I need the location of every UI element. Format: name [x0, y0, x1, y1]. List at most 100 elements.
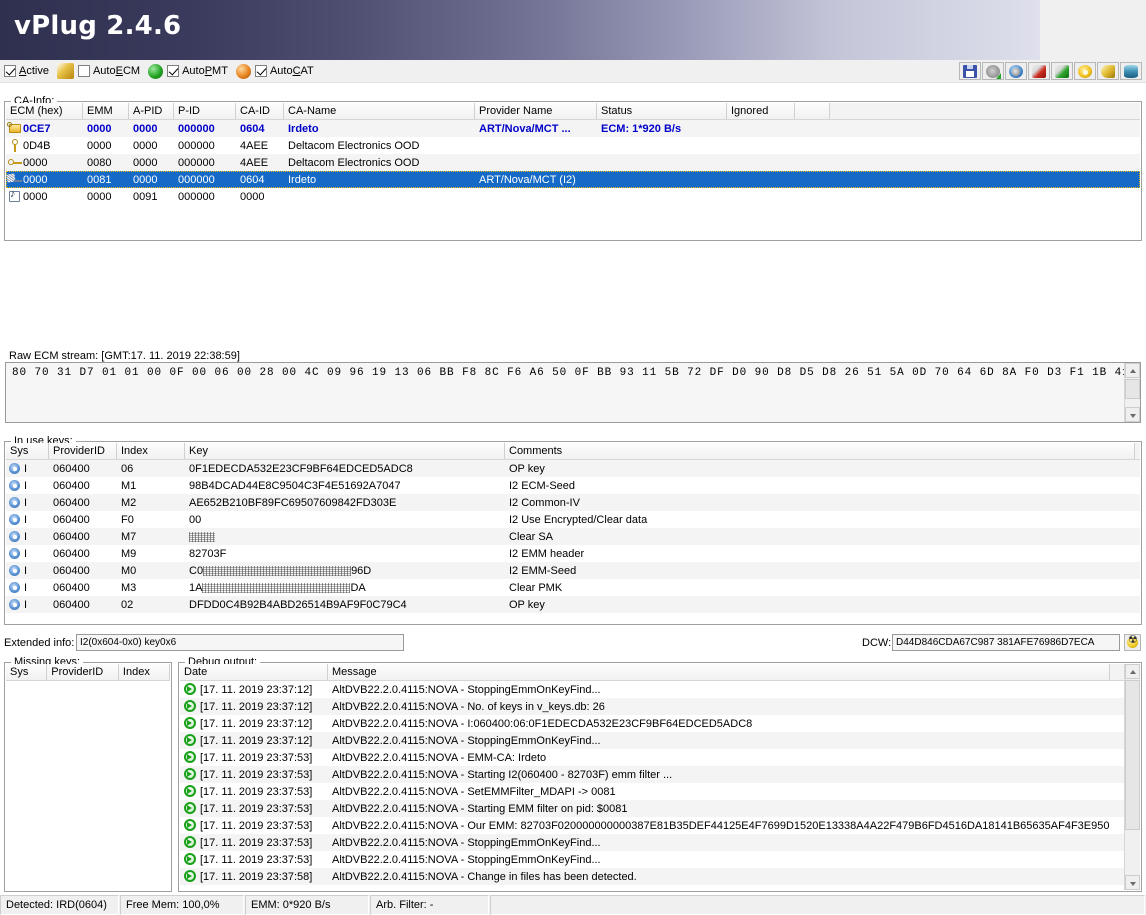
- key-value-redacted: [189, 531, 215, 542]
- debug-output-list[interactable]: Date Message [17. 11. 2019 23:37:12] AltDV…: [180, 664, 1140, 890]
- missing-keys-group: Missing keys: Sys ProviderID Index: [4, 656, 172, 892]
- table-row[interactable]: I 060400 F0 00 I2 Use Encrypted/Clear data: [6, 511, 1140, 528]
- red-screwdriver-button[interactable]: [1028, 62, 1050, 80]
- table-row[interactable]: 0000 0081 0000 000000 0604 Irdeto ART/Nova/MCT…: [6, 171, 1140, 188]
- ca-info-column-header[interactable]: ECM (hex): [6, 103, 83, 119]
- list-item[interactable]: [17. 11. 2019 23:37:53] AltDVB22.2.0.4115…: [180, 800, 1140, 817]
- key-provider-cell: 060400: [53, 462, 90, 475]
- list-item[interactable]: [17. 11. 2019 23:37:53] AltDVB22.2.0.4115…: [180, 834, 1140, 851]
- table-row[interactable]: 0D4B 0000 0000 000000 4AEE Deltacom Electroni…: [6, 137, 1140, 154]
- in-use-keys-header-row: Sys ProviderID Index Key Comments: [6, 443, 1140, 460]
- debug-date-text: [17. 11. 2019 23:37:12]: [200, 734, 313, 747]
- table-row[interactable]: I 060400 02 DFDD0C4B92B4ABD26514B9AF9F0C79C…: [6, 596, 1140, 613]
- table-row[interactable]: I 060400 M3 1A DA Clear PMK: [6, 579, 1140, 596]
- list-item[interactable]: [17. 11. 2019 23:37:53] AltDVB22.2.0.4115…: [180, 749, 1140, 766]
- ca-info-list[interactable]: ECM (hex) EMM A-PID P-ID CA-ID CA-Name Provide…: [6, 103, 1140, 239]
- key-value-redacted: [203, 565, 352, 576]
- table-row[interactable]: I 060400 06 0F1EDECDA532E23CF9BF64EDCED5ADC…: [6, 460, 1140, 477]
- green-screwdriver-button[interactable]: [1051, 62, 1073, 80]
- debug-output-column-header[interactable]: Date: [180, 664, 328, 680]
- green-smiley-icon[interactable]: [148, 63, 164, 79]
- table-row[interactable]: 0CE7 0000 0000 000000 0604 Irdeto ART/Nova/MCT…: [6, 120, 1140, 137]
- export-gear-button[interactable]: [982, 62, 1004, 80]
- yellow-gear-icon: [1078, 65, 1092, 78]
- debug-message-cell: AltDVB22.2.0.4115:NOVA - Starting EMM fi…: [332, 802, 628, 815]
- debug-scroll-up-arrow-icon[interactable]: [1125, 664, 1140, 679]
- debug-message-cell: AltDVB22.2.0.4115:NOVA - StoppingEmmOnKe…: [332, 734, 601, 747]
- list-item[interactable]: [17. 11. 2019 23:37:12] AltDVB22.2.0.4115…: [180, 715, 1140, 732]
- ca-info-cell: 0000: [87, 139, 112, 152]
- autoecm-checkbox[interactable]: [77, 65, 90, 77]
- debug-scroll-thumb[interactable]: [1125, 680, 1140, 830]
- ca-info-column-header[interactable]: A-PID: [129, 103, 174, 119]
- raw-ecm-scrollbar[interactable]: [1124, 363, 1140, 422]
- ca-info-cell: 0000: [240, 190, 265, 203]
- list-item[interactable]: [17. 11. 2019 23:37:53] AltDVB22.2.0.4115…: [180, 783, 1140, 800]
- missing-keys-column-header[interactable]: Sys: [6, 664, 48, 680]
- key-value-cell: 00: [189, 513, 202, 526]
- key-button[interactable]: [1097, 62, 1119, 80]
- ca-info-column-header[interactable]: EMM: [83, 103, 129, 119]
- green-arrow-icon: [184, 717, 197, 730]
- debug-scrollbar[interactable]: [1124, 664, 1140, 890]
- in-use-keys-list[interactable]: Sys ProviderID Index Key Comments I 060400 06 0…: [6, 443, 1140, 623]
- database-button[interactable]: [1120, 62, 1142, 80]
- globe-settings-button[interactable]: [1005, 62, 1027, 80]
- extended-info-label: Extended info:: [4, 637, 75, 649]
- table-row[interactable]: I 060400 M1 98B4DCAD44E8C9504C3F4E51692A704…: [6, 477, 1140, 494]
- autocat-checkbox[interactable]: [254, 65, 267, 77]
- in-use-keys-column-header[interactable]: Sys: [6, 443, 49, 459]
- ca-info-column-header[interactable]: Provider Name: [475, 103, 597, 119]
- ca-info-cell: 0604: [240, 122, 265, 135]
- list-item[interactable]: [17. 11. 2019 23:37:53] AltDVB22.2.0.4115…: [180, 766, 1140, 783]
- list-item[interactable]: [17. 11. 2019 23:37:12] AltDVB22.2.0.4115…: [180, 681, 1140, 698]
- orange-smiley-icon[interactable]: [235, 63, 251, 79]
- debug-scroll-down-arrow-icon[interactable]: [1125, 875, 1140, 890]
- in-use-keys-column-header[interactable]: Comments: [505, 443, 1135, 459]
- key-sys-letter: I: [24, 513, 28, 526]
- ca-info-cell: 0000: [87, 190, 112, 203]
- ca-info-column-header[interactable]: Ignored: [727, 103, 795, 119]
- scroll-down-arrow-icon[interactable]: [1125, 407, 1140, 422]
- ca-info-cell: 4AEE: [240, 139, 269, 152]
- debug-output-column-header[interactable]: Message: [328, 664, 1110, 680]
- list-item[interactable]: [17. 11. 2019 23:37:12] AltDVB22.2.0.4115…: [180, 698, 1140, 715]
- ca-info-column-header[interactable]: CA-Name: [284, 103, 475, 119]
- raw-ecm-box: 80 70 31 D7 01 01 00 0F 00 06 00 28 00 4…: [5, 362, 1141, 423]
- scroll-up-arrow-icon[interactable]: [1125, 363, 1140, 378]
- autopmt-checkbox[interactable]: [167, 65, 180, 77]
- ca-info-cell: 4AEE: [240, 156, 269, 169]
- in-use-keys-column-header[interactable]: ProviderID: [49, 443, 117, 459]
- table-row[interactable]: 0000000000910000000000: [6, 188, 1140, 205]
- missing-keys-column-header[interactable]: Index: [118, 664, 170, 680]
- list-item[interactable]: [17. 11. 2019 23:37:12] AltDVB22.2.0.4115…: [180, 732, 1140, 749]
- status-bar: Detected: IRD(0604) Free Mem: 100,0% EMM: …: [0, 895, 1146, 915]
- missing-keys-list[interactable]: Sys ProviderID Index: [6, 664, 170, 890]
- in-use-keys-column-header[interactable]: Key: [185, 443, 505, 459]
- table-row[interactable]: 0000 0080 0000 000000 4AEE Deltacom Electroni…: [6, 154, 1140, 171]
- scroll-thumb[interactable]: [1125, 379, 1140, 399]
- yellow-gear-button[interactable]: [1074, 62, 1096, 80]
- in-use-keys-column-header[interactable]: Index: [117, 443, 185, 459]
- gold-screwdriver-icon[interactable]: [56, 63, 74, 79]
- table-row[interactable]: I 060400 M7 Clear SA: [6, 528, 1140, 545]
- save-button[interactable]: [959, 62, 981, 80]
- table-row[interactable]: I 060400 M9 82703F I2 EMM header: [6, 545, 1140, 562]
- radiation-warning-icon[interactable]: [1124, 633, 1141, 651]
- key-value-cell: AE652B210BF89FC69507609842FD303E: [189, 496, 397, 509]
- ca-info-column-header[interactable]: P-ID: [174, 103, 236, 119]
- active-checkbox[interactable]: [4, 65, 16, 77]
- gear-icon: [8, 495, 24, 510]
- table-row[interactable]: I 060400 M2 AE652B210BF89FC69507609842FD303…: [6, 494, 1140, 511]
- gear-icon: [8, 461, 24, 476]
- ca-info-column-header[interactable]: CA-ID: [236, 103, 284, 119]
- list-item[interactable]: [17. 11. 2019 23:37:53] AltDVB22.2.0.4115…: [180, 851, 1140, 868]
- missing-keys-column-header[interactable]: ProviderID: [47, 664, 119, 680]
- table-row[interactable]: I 060400 M0 C0 96D I2 EMM-Seed: [6, 562, 1140, 579]
- key-sys-cell: I: [6, 529, 49, 544]
- ca-info-column-header[interactable]: Status: [597, 103, 727, 119]
- ca-info-column-header[interactable]: [795, 103, 830, 119]
- ca-info-cell: Irdeto: [288, 173, 317, 186]
- list-item[interactable]: [17. 11. 2019 23:37:53] AltDVB22.2.0.4115…: [180, 817, 1140, 834]
- list-item[interactable]: [17. 11. 2019 23:37:58] AltDVB22.2.0.4115…: [180, 868, 1140, 885]
